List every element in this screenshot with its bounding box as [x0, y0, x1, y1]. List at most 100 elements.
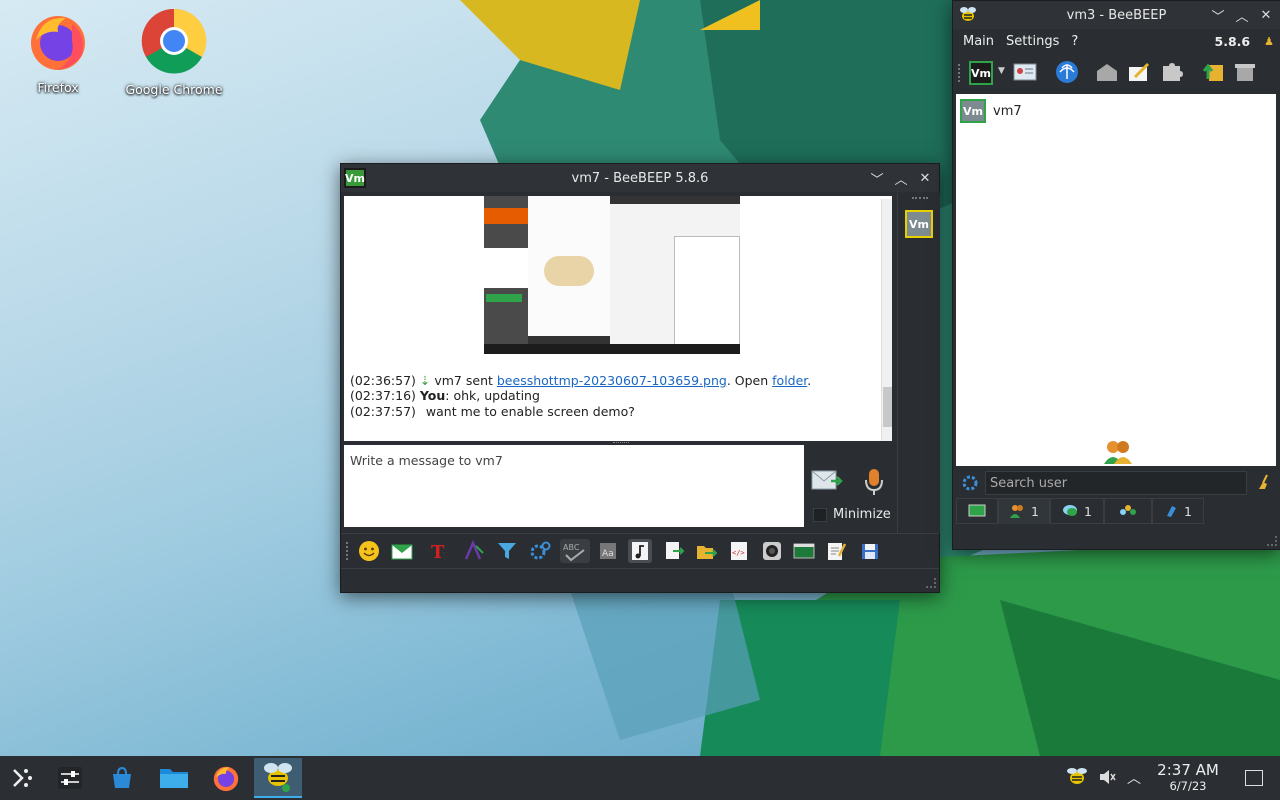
settings-button[interactable]: [528, 539, 552, 563]
screen-share-button[interactable]: [792, 539, 816, 563]
network-button[interactable]: [1055, 60, 1079, 84]
chevron-down-icon: ﹀: [870, 172, 884, 188]
maximize-button[interactable]: ︿: [889, 166, 913, 190]
users-icon: [1010, 505, 1024, 518]
beebeep-task[interactable]: [254, 758, 302, 798]
chrome-icon: [141, 8, 207, 74]
desktop-icon-chrome[interactable]: Google Chrome: [124, 8, 224, 97]
dictionary-button[interactable]: Aa: [596, 539, 620, 563]
search-options-icon[interactable]: [961, 474, 979, 496]
send-button[interactable]: [811, 467, 845, 495]
tab-users[interactable]: 1: [998, 498, 1050, 524]
show-hidden-tray-icon[interactable]: ︿: [1127, 768, 1141, 788]
discover-launcher[interactable]: [100, 758, 144, 798]
screenshot-button[interactable]: [760, 539, 784, 563]
chat-user-badge: Vm: [344, 168, 366, 188]
home-icon: [1097, 64, 1117, 81]
chat-window-titlebar[interactable]: Vm vm7 - BeeBEEP 5.8.6 ﹀ ︿ ✕: [341, 164, 939, 192]
tab-screen[interactable]: [956, 498, 998, 524]
home-button[interactable]: [1095, 60, 1119, 84]
firefox-launcher[interactable]: [204, 758, 248, 798]
open-folder-link[interactable]: folder: [772, 373, 807, 388]
filter-button[interactable]: [495, 539, 519, 563]
music-file-icon: [632, 542, 648, 560]
file-link[interactable]: beesshottmp-20230607-103659.png: [497, 373, 727, 388]
toolbar-grip[interactable]: [958, 64, 963, 82]
message-time: (02:36:57): [350, 373, 416, 388]
user-list: Vm vm7: [956, 94, 1276, 466]
main-window: vm3 - BeeBEEP ﹀ ︿ ✕ Main Settings ? 5.8.…: [952, 0, 1280, 550]
tab-groups[interactable]: [1104, 498, 1152, 524]
font-color-button[interactable]: [462, 539, 486, 563]
voice-message-button[interactable]: [863, 467, 885, 497]
application-launcher[interactable]: [0, 758, 44, 798]
trash-button[interactable]: [1233, 60, 1257, 84]
message-line: (02:37:57) want me to enable screen demo…: [350, 404, 635, 419]
minimize-label: Minimize: [833, 507, 891, 522]
beebeep-tray-icon[interactable]: [1066, 767, 1088, 791]
save-chat-button[interactable]: [858, 539, 882, 563]
minimize-checkbox[interactable]: Minimize: [813, 507, 891, 522]
status-badge[interactable]: Vm: [969, 61, 993, 85]
file-manager-launcher[interactable]: [152, 758, 196, 798]
file-sharing-button[interactable]: [628, 539, 652, 563]
user-item-vm7[interactable]: Vm vm7: [960, 99, 1022, 123]
menu-settings[interactable]: Settings: [1006, 34, 1059, 49]
message-input[interactable]: Write a message to vm7: [344, 445, 804, 527]
settings-sliders-icon: [58, 767, 82, 789]
message-line: (02:37:16) You: ohk, updating: [350, 388, 540, 403]
resize-grip[interactable]: [926, 578, 936, 588]
folder-icon: [160, 769, 188, 788]
main-window-titlebar[interactable]: vm3 - BeeBEEP ﹀ ︿ ✕: [953, 1, 1280, 29]
close-icon: ✕: [1260, 7, 1272, 23]
status-dropdown-icon[interactable]: ▼: [998, 66, 1005, 76]
message-text: : ohk, updating: [445, 388, 540, 403]
menu-main[interactable]: Main: [963, 34, 994, 49]
code-button[interactable]: </>: [727, 539, 751, 563]
spellcheck-button[interactable]: ABC: [560, 539, 590, 563]
network-icon: [1056, 61, 1078, 83]
close-button[interactable]: ✕: [1254, 3, 1278, 27]
show-desktop-button[interactable]: [1245, 770, 1263, 786]
write-message-button[interactable]: [1127, 60, 1151, 84]
profile-button[interactable]: [1013, 60, 1037, 84]
font-button[interactable]: TT: [428, 539, 452, 563]
send-file-button[interactable]: [662, 539, 686, 563]
tab-count: 1: [1184, 503, 1192, 519]
send-folder-button[interactable]: [694, 539, 718, 563]
group-icon: [1120, 505, 1136, 515]
system-settings-launcher[interactable]: [48, 758, 92, 798]
search-user-input[interactable]: Search user: [985, 471, 1247, 495]
resize-grip[interactable]: [1267, 536, 1277, 546]
edit-notes-button[interactable]: [824, 539, 848, 563]
image-attachment-preview[interactable]: [484, 196, 740, 354]
minimize-button[interactable]: ﹀: [1206, 3, 1230, 27]
message-scrollbar[interactable]: [881, 199, 892, 441]
minimize-button[interactable]: ﹀: [865, 166, 889, 190]
desktop-icon-firefox[interactable]: Firefox: [8, 10, 108, 95]
gear-icon: [530, 541, 551, 560]
tab-chats[interactable]: 1: [1050, 498, 1104, 524]
clock[interactable]: 2:37 AM 6/7/23: [1152, 762, 1224, 794]
emoticon-button[interactable]: [357, 539, 381, 563]
toolbar-grip[interactable]: [346, 542, 351, 560]
tab-files[interactable]: 1: [1152, 498, 1204, 524]
chat-toolbar: TT ABC Aa </>: [341, 533, 939, 569]
volume-muted-icon[interactable]: [1098, 768, 1116, 790]
participant-avatar[interactable]: Vm: [905, 210, 933, 238]
panel-grip[interactable]: [912, 197, 928, 203]
update-button[interactable]: [1201, 60, 1225, 84]
buzz-button[interactable]: [390, 539, 414, 563]
kde-launcher-icon: [13, 769, 32, 787]
broom-icon: [1259, 474, 1268, 489]
clear-search-button[interactable]: [1257, 474, 1273, 494]
menu-help[interactable]: ?: [1071, 34, 1078, 49]
send-file-icon: [666, 542, 685, 559]
microphone-icon: [865, 469, 883, 495]
close-button[interactable]: ✕: [913, 166, 937, 190]
message-history[interactable]: (02:36:57) ⇣ vm7 sent beesshottmp-202306…: [344, 196, 892, 441]
plugins-button[interactable]: [1160, 60, 1184, 84]
maximize-button[interactable]: ︿: [1230, 3, 1254, 27]
chevron-down-icon: ﹀: [1211, 9, 1225, 25]
update-icon: [1202, 63, 1223, 81]
